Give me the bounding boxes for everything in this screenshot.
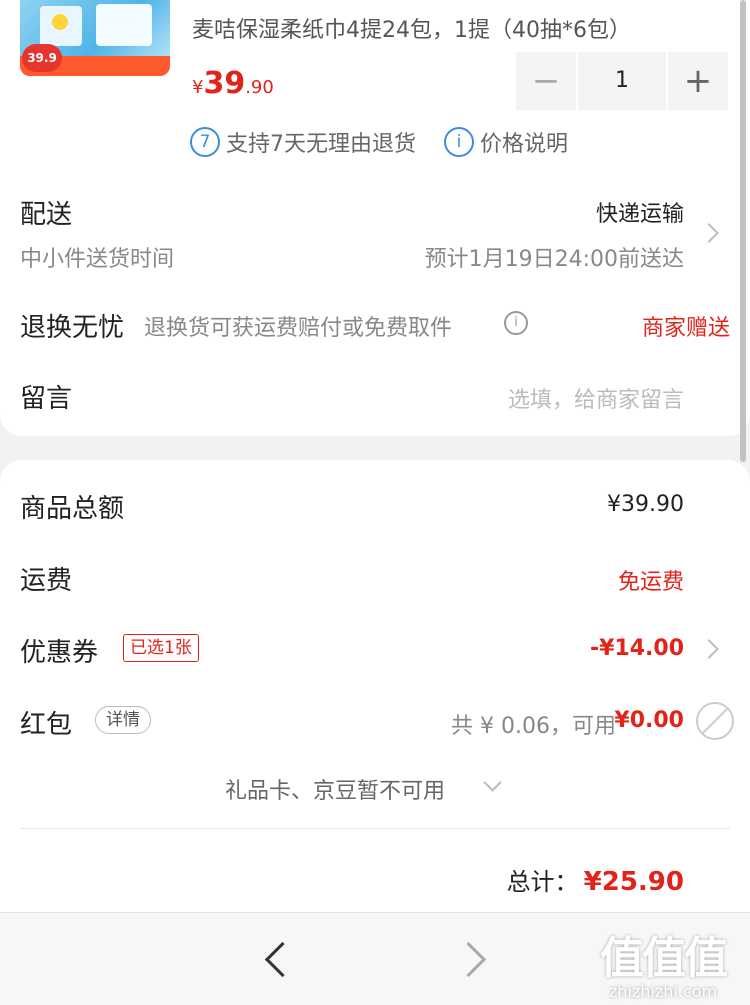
- price-explanation-link[interactable]: i 价格说明: [444, 126, 568, 158]
- order-summary-card: 商品总额 ¥39.90 运费 免运费 优惠券 已选1张 -¥14.00 红包 详…: [0, 460, 750, 912]
- total-label: 总计：: [506, 868, 579, 896]
- scrollbar[interactable]: [740, 0, 746, 462]
- thumb-price-badge: 39.9: [22, 44, 62, 72]
- info-icon: i: [444, 127, 474, 157]
- price-integer: 39: [203, 66, 246, 101]
- message-label: 留言: [20, 384, 73, 414]
- return-policy-link[interactable]: 7 支持7天无理由退货: [190, 126, 416, 158]
- goods-total-label: 商品总额: [20, 494, 125, 524]
- giftcard-unavailable-text[interactable]: 礼品卡、京豆暂不可用: [225, 773, 445, 805]
- redpacket-details-button[interactable]: 详情: [95, 706, 151, 734]
- delivery-sub-label: 中小件送货时间: [20, 247, 175, 272]
- product-price: ¥39.90: [192, 66, 274, 101]
- total-value: ¥25.90: [583, 867, 684, 897]
- shipping-label: 运费: [20, 566, 73, 596]
- thumb-mascot: [52, 14, 68, 30]
- product-name[interactable]: 麦咭保湿柔纸巾4提24包，1提（40抽*6包）: [192, 12, 631, 44]
- delivery-label: 配送: [20, 200, 73, 230]
- price-currency: ¥: [192, 77, 204, 98]
- coupon-label: 优惠券: [20, 638, 99, 668]
- order-total: 总计： ¥25.90: [507, 862, 684, 897]
- watermark-url: zhizhizhi.com: [608, 982, 718, 1001]
- price-explanation-label: 价格说明: [480, 132, 569, 157]
- returns-value: 商家赠送: [641, 316, 730, 341]
- delivery-eta[interactable]: 预计1月19日24:00前送达: [425, 241, 684, 273]
- coupon-selected-tag[interactable]: 已选1张: [123, 634, 199, 662]
- increase-quantity-button[interactable]: +: [668, 52, 728, 110]
- redpacket-disabled-icon[interactable]: [696, 702, 734, 740]
- redpacket-value: ¥0.00: [614, 708, 684, 733]
- forward-arrow-icon[interactable]: [450, 941, 487, 978]
- site-watermark: 值值值 zhizhizhi.com: [600, 922, 728, 1001]
- chevron-down-icon[interactable]: [483, 773, 502, 792]
- product-thumbnail[interactable]: 39.9: [20, 0, 170, 76]
- seven-day-return-icon: 7: [190, 127, 220, 157]
- redpacket-available: 共 ¥ 0.06，可用: [451, 714, 616, 739]
- watermark-logo: 值值值: [600, 933, 728, 984]
- divider: [20, 828, 730, 829]
- returns-label: 退换无忧: [20, 313, 125, 343]
- chevron-right-icon[interactable]: [699, 639, 719, 659]
- quantity-stepper: − 1 +: [516, 52, 728, 110]
- thumb-pack: [96, 4, 152, 46]
- order-item-card: 39.9 麦咭保湿柔纸巾4提24包，1提（40抽*6包） ¥39.90 − 1 …: [0, 0, 750, 436]
- info-icon[interactable]: i: [504, 311, 528, 335]
- chevron-right-icon[interactable]: [699, 223, 719, 243]
- message-input[interactable]: 选填，给商家留言: [508, 382, 684, 414]
- back-arrow-icon[interactable]: [264, 941, 301, 978]
- coupon-value[interactable]: -¥14.00: [590, 636, 684, 661]
- delivery-method[interactable]: 快递运输: [596, 196, 684, 228]
- returns-description: 退换货可获运费赔付或免费取件: [144, 316, 453, 341]
- price-decimal: .90: [245, 77, 274, 98]
- redpacket-label: 红包: [20, 710, 73, 740]
- shipping-value: 免运费: [617, 570, 684, 595]
- goods-total-value: ¥39.90: [607, 492, 684, 517]
- return-policy-label: 支持7天无理由退货: [226, 132, 416, 157]
- decrease-quantity-button[interactable]: −: [516, 52, 576, 110]
- quantity-input[interactable]: 1: [578, 52, 666, 110]
